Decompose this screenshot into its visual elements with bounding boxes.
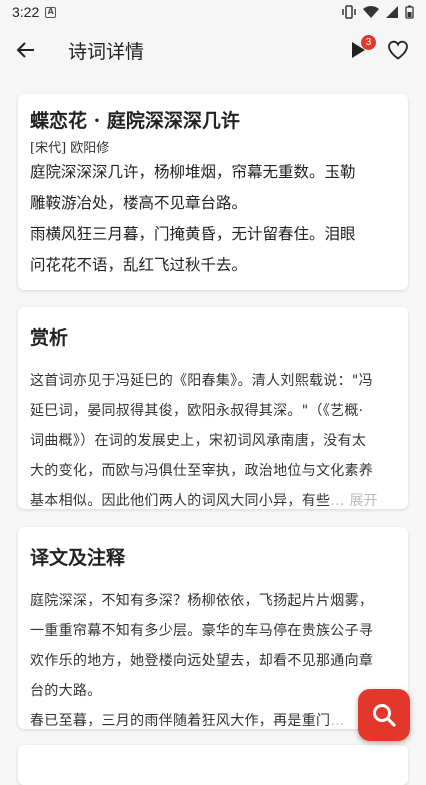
favorite-button[interactable] — [378, 30, 418, 70]
next-card — [18, 745, 408, 785]
translation-card[interactable]: 译文及注释 庭院深深，不知有多深？杨柳依依，飞扬起片片烟雾， 一重重帘幕不知有多… — [18, 527, 408, 729]
poem-line: 庭院深深深几许，杨柳堆烟，帘幕无重数。玉勒 — [30, 163, 356, 181]
text-line-last: 春已至暮，三月的雨伴随着狂风大作，再是重门 — [30, 713, 331, 729]
signal-icon — [386, 6, 398, 18]
expand-link[interactable]: ... 展开 — [330, 493, 378, 509]
play-audio-button[interactable]: 3 — [338, 30, 378, 70]
search-icon — [373, 704, 396, 727]
wifi-icon — [363, 5, 379, 19]
back-button[interactable] — [0, 24, 52, 76]
search-button[interactable] — [358, 689, 410, 741]
status-bar: 3:22 A — [0, 0, 426, 24]
text-line: 庭院深深，不知有多深？杨柳依依，飞扬起片片烟雾， — [30, 593, 374, 609]
battery-icon — [405, 5, 414, 19]
text-line: 一重重帘幕不知有多少层。豪华的车马停在贵族公子寻 — [30, 623, 374, 639]
poem-line: 雕鞍游冶处，楼高不见章台路。 — [30, 194, 248, 212]
text-line: 春已至暮，三月的雨伴随着狂风大作，再是重门... — [30, 706, 396, 736]
text-line: 延巳词，晏同叔得其俊，欧阳永叔得其深。"（《艺概· — [30, 403, 364, 419]
vibrate-icon — [342, 5, 356, 19]
translation-text: 庭院深深，不知有多深？杨柳依依，飞扬起片片烟雾， 一重重帘幕不知有多少层。豪华的… — [30, 586, 396, 736]
text-line: 大的变化，而欧与冯俱仕至宰执，政治地位与文化素养 — [30, 463, 374, 479]
appreciation-card[interactable]: 赏析 这首词亦见于冯延巳的《阳春集》。清人刘熙载说："冯 延巳词，晏同叔得其俊，… — [18, 307, 408, 509]
poem-card: 蝶恋花 · 庭院深深深几许 [宋代] 欧阳修 庭院深深深几许，杨柳堆烟，帘幕无重… — [18, 94, 408, 290]
status-icons — [341, 5, 414, 19]
text-line: 词曲概》）在词的发展史上，宋初词风承南唐，没有太 — [30, 433, 367, 449]
page-title: 诗词详情 — [68, 40, 145, 63]
text-line: 欢作乐的地方，她登楼向远处望去，却看不见那通向章 — [30, 653, 374, 669]
appreciation-text: 这首词亦见于冯延巳的《阳春集》。清人刘熙载说："冯 延巳词，晏同叔得其俊，欧阳永… — [30, 366, 396, 516]
text-line: 这首词亦见于冯延巳的《阳春集》。清人刘熙载说："冯 — [30, 373, 373, 389]
status-time: 3:22 — [12, 4, 40, 20]
notification-icon: A — [45, 6, 57, 18]
heart-icon — [388, 40, 408, 60]
poem-author: [宋代] 欧阳修 — [30, 141, 110, 156]
app-bar: 诗词详情 3 — [0, 24, 426, 76]
poem-title: 蝶恋花 · 庭院深深深几许 — [30, 110, 240, 132]
arrow-left-icon — [16, 42, 34, 58]
poem-line: 雨横风狂三月暮，门掩黄昏，无计留春住。泪眼 — [30, 225, 356, 243]
poem-text: 庭院深深深几许，杨柳堆烟，帘幕无重数。玉勒 雕鞍游冶处，楼高不见章台路。 雨横风… — [30, 157, 396, 281]
text-line: 基本相似。因此他们两人的词风大同小异，有些... 展开 — [30, 486, 396, 516]
appbar-actions: 3 — [338, 30, 418, 70]
expand-link[interactable]: ... — [330, 713, 344, 729]
poem-line: 问花花不语，乱红飞过秋千去。 — [30, 256, 248, 274]
translation-title: 译文及注释 — [30, 547, 126, 569]
play-count-badge: 3 — [361, 35, 376, 50]
appreciation-title: 赏析 — [30, 327, 69, 349]
text-line: 台的大路。 — [30, 683, 102, 699]
text-line-last: 基本相似。因此他们两人的词风大同小异，有些 — [30, 493, 331, 509]
